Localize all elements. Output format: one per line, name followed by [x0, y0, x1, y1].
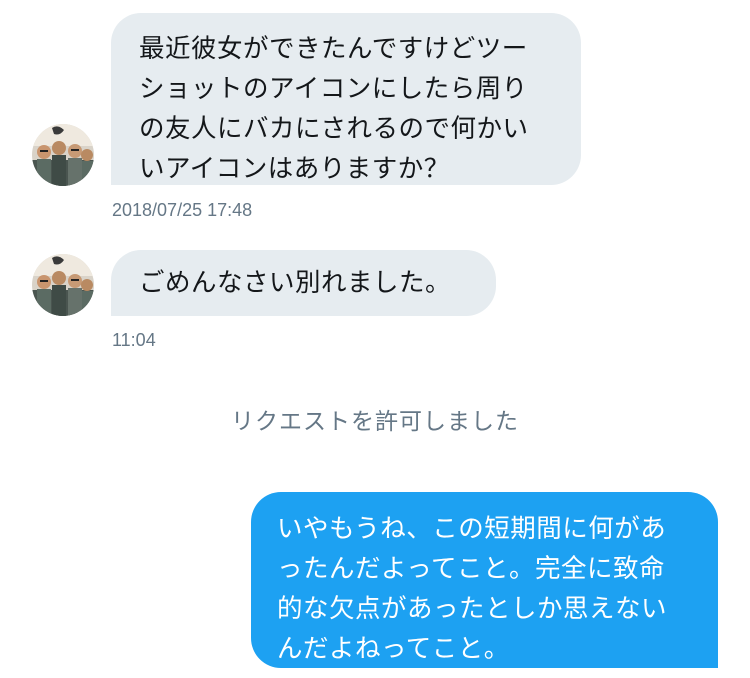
- group-photo-avatar-icon: [32, 254, 94, 316]
- request-accepted-note: リクエストを許可しました: [231, 409, 519, 435]
- sender-avatar[interactable]: [32, 254, 94, 316]
- group-photo-avatar-icon: [32, 124, 94, 186]
- sender-avatar[interactable]: [32, 124, 94, 186]
- message-bubble-incoming[interactable]: 最近彼女ができたんですけどツー ショットのアイコンにしたら周り の友人にバカにさ…: [111, 13, 581, 185]
- message-bubble-incoming[interactable]: ごめんなさい別れました。: [111, 250, 496, 316]
- message-timestamp: 2018/07/25 17:48: [112, 200, 253, 220]
- message-timestamp: 11:04: [112, 330, 156, 350]
- message-bubble-outgoing[interactable]: いやもうね、この短期間に何があ ったんだよってこと。完全に致命 的な欠点があった…: [251, 492, 718, 668]
